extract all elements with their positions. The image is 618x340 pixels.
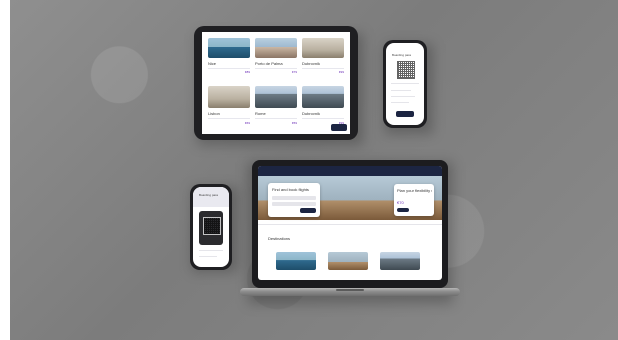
laptop-notch — [336, 289, 364, 291]
destination-name: Dubrovnik — [302, 61, 321, 66]
destination-price: €99 — [338, 70, 344, 74]
tablet-card-5: Rome €59 — [255, 86, 297, 128]
tablet-card-1: Nice €89 — [208, 38, 250, 76]
laptop-destination-image — [276, 252, 316, 270]
product-mockup-scene: Nice €89 Porto de Palma €79 Dubrovnik €9… — [0, 0, 618, 340]
laptop-destination-image — [328, 252, 368, 270]
card-line — [302, 118, 344, 119]
destination-image — [208, 86, 250, 108]
card-line — [255, 68, 297, 69]
tablet: Nice €89 Porto de Palma €79 Dubrovnik €9… — [194, 26, 358, 140]
phone-top-info-line — [391, 90, 411, 91]
phone-left-qr-code — [203, 217, 221, 235]
destination-price: €89 — [244, 70, 250, 74]
phone-left-title: Boarding pass — [199, 193, 219, 197]
promo-card: Plan your flexibility with flexibility €… — [394, 184, 434, 216]
phone-top-info-line — [391, 102, 409, 103]
hero-search-button[interactable] — [300, 208, 316, 213]
card-line — [208, 68, 250, 69]
hero-title: Find and book flights — [272, 187, 309, 192]
phone-top: Boarding pass — [383, 40, 427, 128]
phone-left-info-line — [199, 250, 223, 251]
destination-image — [255, 86, 297, 108]
laptop-section-title: Destinations — [268, 236, 291, 241]
phone-left-screen: Boarding pass — [193, 187, 229, 267]
phone-top-screen: Boarding pass — [386, 43, 424, 125]
phone-top-divider — [391, 83, 419, 84]
phone-top-title: Boarding pass — [392, 53, 412, 57]
laptop-top-nav — [258, 166, 442, 176]
hero-field[interactable] — [272, 202, 316, 206]
tablet-card-3: Dubrovnik €99 — [302, 38, 344, 76]
destination-name: Lisbon — [208, 111, 220, 116]
destination-price: €59 — [291, 121, 297, 125]
laptop-hero: Find and book flights Plan your flexibil… — [258, 176, 442, 220]
destination-name: Porto de Palma — [255, 61, 283, 66]
promo-button[interactable] — [397, 208, 409, 212]
hero-card: Find and book flights — [268, 183, 320, 217]
phone-top-qr-code — [397, 61, 415, 79]
promo-title: Plan your flexibility with flexibility — [397, 188, 432, 193]
phone-left-info-line — [199, 256, 217, 257]
tablet-card-2: Porto de Palma €79 — [255, 38, 297, 76]
tablet-card-4: Lisbon €69 — [208, 86, 250, 128]
laptop: Find and book flights Plan your flexibil… — [240, 160, 460, 300]
phone-top-action-button[interactable] — [396, 111, 414, 117]
phone-left: Boarding pass — [190, 184, 232, 270]
card-line — [208, 118, 250, 119]
destination-name: Rome — [255, 111, 266, 116]
laptop-screen: Find and book flights Plan your flexibil… — [258, 166, 442, 280]
destination-name: Nice — [208, 61, 217, 66]
destination-image — [255, 38, 297, 58]
destination-price: €69 — [244, 121, 250, 125]
promo-price: €70 — [397, 200, 404, 205]
tablet-card-6: Dubrovnik €99 — [302, 86, 344, 128]
destination-image — [302, 38, 344, 58]
card-line — [302, 68, 344, 69]
destination-image — [302, 86, 344, 108]
destination-name: Dubrovnik — [302, 111, 321, 116]
hero-field[interactable] — [272, 196, 316, 200]
destination-image — [208, 38, 250, 58]
tablet-floating-action-button[interactable] — [331, 124, 347, 131]
card-line — [255, 118, 297, 119]
laptop-divider — [258, 224, 442, 225]
destination-price: €79 — [291, 70, 297, 74]
laptop-destination-image — [380, 252, 420, 270]
tablet-screen: Nice €89 Porto de Palma €79 Dubrovnik €9… — [202, 32, 350, 134]
phone-left-header — [193, 187, 229, 207]
phone-top-info-line — [391, 96, 415, 97]
